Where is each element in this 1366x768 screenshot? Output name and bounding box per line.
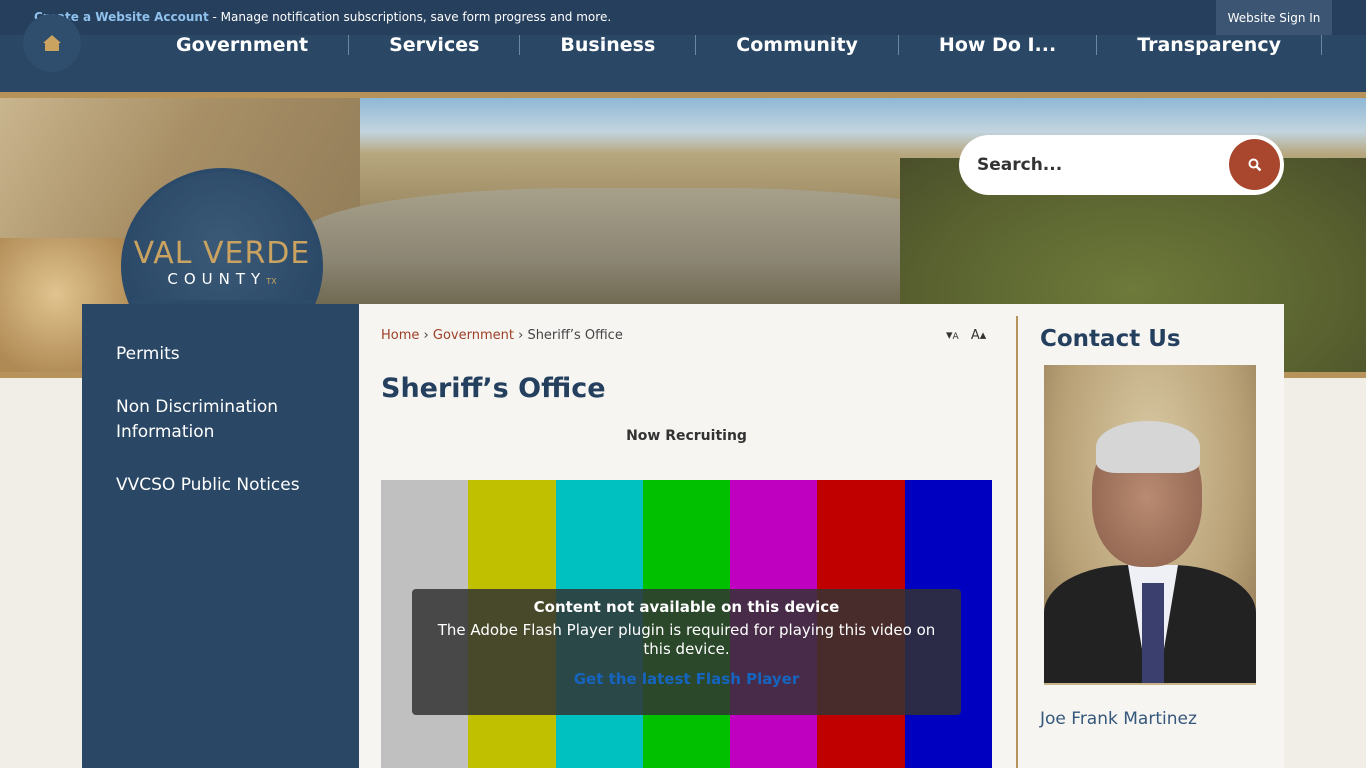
overlay-heading: Content not available on this device <box>533 598 840 616</box>
breadcrumb: Home › Government › Sheriff’s Office <box>381 328 623 343</box>
breadcrumb-separator: › <box>423 328 429 343</box>
website-sign-in-button[interactable]: Website Sign In <box>1216 0 1332 35</box>
logo-title: VAL VERDE <box>133 236 311 271</box>
search-input[interactable] <box>977 150 1217 180</box>
home-icon <box>43 35 61 51</box>
sidebar-item-non-discrimination[interactable]: Non Discrimination Information <box>116 395 336 445</box>
column-divider <box>1016 316 1018 768</box>
logo-subtitle: COUNTYTX <box>167 270 277 288</box>
search-button[interactable] <box>1229 139 1280 190</box>
nav-item-how-do-i[interactable]: How Do I... <box>899 35 1098 55</box>
page-title: Sheriff’s Office <box>381 373 606 404</box>
sheriff-photo <box>1044 365 1256 685</box>
notification-bar: Create a Website Account - Manage notifi… <box>0 0 1366 35</box>
contact-name[interactable]: Joe Frank Martinez <box>1040 709 1197 729</box>
photo-tie <box>1142 583 1164 683</box>
nav-item-services[interactable]: Services <box>349 35 521 55</box>
get-flash-link[interactable]: Get the latest Flash Player <box>412 670 961 688</box>
contact-heading: Contact Us <box>1040 326 1181 352</box>
sidebar-item-permits[interactable]: Permits <box>116 342 336 367</box>
text-size-controls: ▾A A▴ <box>946 328 986 343</box>
decrease-text-button[interactable]: ▾A <box>946 328 959 343</box>
banner-hill <box>300 188 1000 308</box>
sidebar: Permits Non Discrimination Information V… <box>82 304 359 768</box>
sidebar-item-public-notices[interactable]: VVCSO Public Notices <box>116 473 336 498</box>
increase-text-button[interactable]: A▴ <box>971 328 986 343</box>
search-icon <box>1248 158 1261 171</box>
notification-text: Create a Website Account - Manage notifi… <box>34 10 611 24</box>
nav-item-business[interactable]: Business <box>520 35 697 55</box>
nav-item-government[interactable]: Government <box>136 35 350 55</box>
overlay-message: The Adobe Flash Player plugin is require… <box>437 621 936 658</box>
main-nav: Government Services Business Community H… <box>0 35 1366 92</box>
flash-unavailable-overlay: Content not available on this device The… <box>412 589 961 715</box>
breadcrumb-separator: › <box>518 328 524 343</box>
page-subtitle: Now Recruiting <box>626 428 747 444</box>
notification-message: - Manage notification subscriptions, sav… <box>208 10 612 24</box>
breadcrumb-government[interactable]: Government <box>433 328 514 343</box>
breadcrumb-home[interactable]: Home <box>381 328 419 343</box>
home-button[interactable] <box>23 14 81 72</box>
nav-item-transparency[interactable]: Transparency <box>1097 35 1322 55</box>
nav-item-community[interactable]: Community <box>696 35 899 55</box>
photo-hair <box>1096 421 1200 473</box>
breadcrumb-current: Sheriff’s Office <box>527 328 623 343</box>
